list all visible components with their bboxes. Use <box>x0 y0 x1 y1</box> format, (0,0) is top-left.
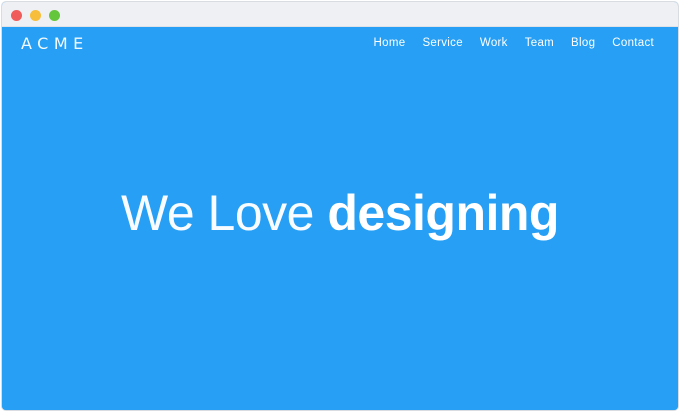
hero-headline-light: We Love <box>121 185 314 241</box>
nav-link-home[interactable]: Home <box>374 37 406 49</box>
website-page: ACME Home Service Work Team Blog Contact… <box>2 27 678 410</box>
title-bar <box>2 2 678 27</box>
nav-link-work[interactable]: Work <box>480 37 508 49</box>
minimize-window-icon[interactable] <box>30 10 41 21</box>
hero-headline: We Love designing <box>2 183 678 243</box>
nav-link-contact[interactable]: Contact <box>612 37 654 49</box>
close-window-icon[interactable] <box>11 10 22 21</box>
brand-logo[interactable]: ACME <box>21 34 89 53</box>
hero-headline-bold: designing <box>327 185 559 241</box>
nav-link-team[interactable]: Team <box>525 37 554 49</box>
browser-window: ACME Home Service Work Team Blog Contact… <box>1 1 679 411</box>
main-navigation: Home Service Work Team Blog Contact <box>374 37 654 49</box>
nav-link-service[interactable]: Service <box>422 37 462 49</box>
maximize-window-icon[interactable] <box>49 10 60 21</box>
nav-link-blog[interactable]: Blog <box>571 37 595 49</box>
